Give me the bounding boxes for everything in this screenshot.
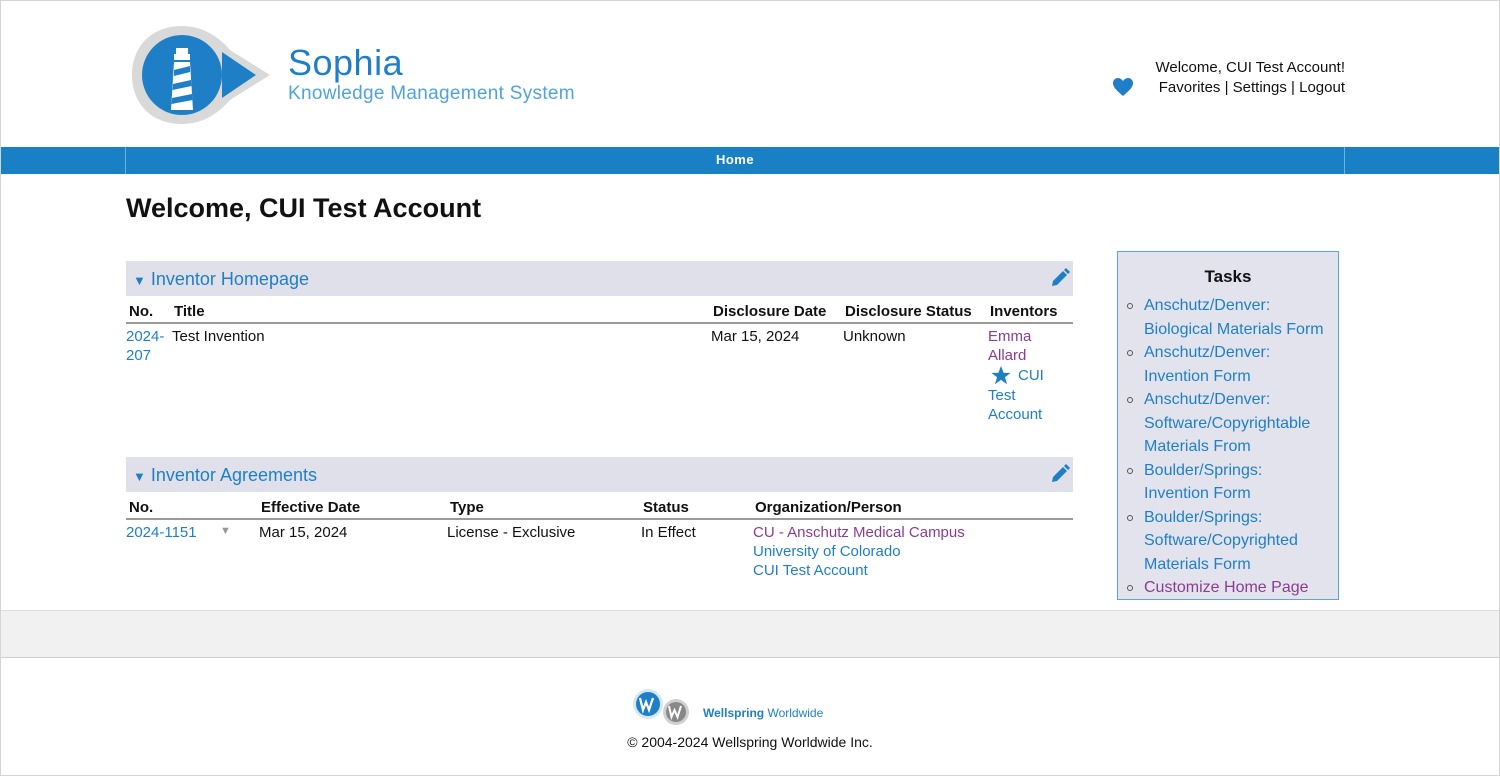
- task-text: Software/Copyrighted: [1144, 532, 1298, 549]
- task-text: Anschutz/Denver:: [1144, 297, 1271, 314]
- table-header-rule: [126, 322, 1073, 324]
- col-header-inventors: Inventors: [990, 303, 1058, 320]
- person-link[interactable]: CUI Test Account: [753, 561, 868, 580]
- task-text: Software/Copyrightable: [1144, 414, 1311, 432]
- disclosure-status: Unknown: [843, 328, 906, 345]
- number-part: 2024-: [126, 328, 165, 345]
- inventor-name-part: Allard: [988, 347, 1027, 364]
- tasks-title: Tasks: [1204, 267, 1252, 286]
- inventor-homepage-header[interactable]: ▼ Inventor Homepage: [126, 261, 1073, 296]
- task-link-anschutz-invention[interactable]: Anschutz/Denver: Invention Form: [1127, 341, 1344, 388]
- wordmark-bold: Wellspring: [703, 706, 765, 720]
- disclosure-title: Test Invention: [172, 328, 265, 345]
- col-header-organization-person: Organization/Person: [755, 499, 902, 516]
- copyright-text: © 2004-2024 Wellspring Worldwide Inc.: [627, 734, 873, 750]
- star-icon: [991, 365, 1011, 385]
- number-part: 207: [126, 347, 152, 364]
- agreement-effective-date: Mar 15, 2024: [259, 524, 348, 541]
- task-link-customize-home[interactable]: Customize Home Page: [1127, 576, 1344, 600]
- wordmark-rest: Worldwide: [764, 706, 824, 720]
- task-link-anschutz-biological[interactable]: Anschutz/Denver: Biological Materials For…: [1127, 294, 1344, 341]
- wellspring-wordmark: Wellspring Worldwide: [703, 706, 823, 720]
- task-text: Materials From: [1144, 438, 1251, 455]
- edit-pencil-icon[interactable]: [1050, 268, 1070, 288]
- link-separator: |: [1220, 79, 1233, 96]
- section-title: Inventor Agreements: [150, 465, 317, 485]
- col-header-effective-date: Effective Date: [261, 499, 361, 516]
- edit-pencil-icon[interactable]: [1050, 464, 1070, 484]
- task-text: Anschutz/Denver:: [1144, 391, 1271, 408]
- task-text: Anschutz/Denver:: [1144, 344, 1271, 361]
- favorites-heart-icon[interactable]: [1112, 77, 1134, 97]
- agreement-number-link[interactable]: 2024-1151: [126, 523, 197, 542]
- table-header-rule: [126, 518, 1073, 520]
- col-header-status: Status: [643, 499, 689, 516]
- task-text: Invention Form: [1144, 367, 1251, 385]
- settings-link[interactable]: Settings: [1233, 79, 1287, 96]
- logout-link[interactable]: Logout: [1299, 79, 1345, 96]
- col-header-title: Title: [174, 303, 205, 320]
- organization-link[interactable]: University of Colorado: [753, 542, 901, 561]
- inventor-link[interactable]: CUI: [1018, 366, 1044, 385]
- footer-band: [1, 610, 1499, 658]
- page-title: Welcome, CUI Test Account: [126, 193, 482, 223]
- collapse-triangle-icon: ▼: [133, 469, 146, 484]
- agreement-type: License - Exclusive: [447, 524, 576, 541]
- user-links: Favorites | Settings | Logout: [1155, 78, 1345, 98]
- col-header-no: No.: [129, 499, 154, 516]
- task-link-boulder-invention[interactable]: Boulder/Springs: Invention Form: [1127, 459, 1344, 506]
- nav-home-tab[interactable]: Home: [1, 152, 1469, 167]
- inventor-agreements-header[interactable]: ▼ Inventor Agreements: [126, 457, 1073, 492]
- inventor-link[interactable]: Emma Allard: [988, 327, 1031, 365]
- task-link-anschutz-software[interactable]: Anschutz/Denver: Software/Copyrightable Ma…: [1127, 388, 1344, 459]
- collapse-triangle-icon: ▼: [133, 273, 146, 288]
- col-header-disclosure-status: Disclosure Status: [845, 303, 972, 320]
- disclosure-date: Mar 15, 2024: [711, 328, 800, 345]
- task-text: Boulder/Springs:: [1144, 461, 1263, 479]
- inventor-agreements-toggle[interactable]: ▼ Inventor Agreements: [133, 465, 317, 486]
- sophia-logo-icon[interactable]: [130, 22, 280, 128]
- tasks-list: Anschutz/Denver: Biological Materials For…: [1118, 294, 1344, 600]
- inventor-homepage-toggle[interactable]: ▼ Inventor Homepage: [133, 269, 309, 290]
- user-menu: Welcome, CUI Test Account! Favorites | S…: [1155, 58, 1345, 98]
- brand-subtitle: Knowledge Management System: [288, 83, 575, 104]
- task-text: Materials Form: [1144, 555, 1251, 573]
- dropdown-arrow-icon[interactable]: ▼: [220, 525, 231, 537]
- link-separator: |: [1286, 79, 1300, 96]
- col-header-no: No.: [129, 303, 154, 320]
- task-text: Invention Form: [1144, 485, 1251, 502]
- inventor-name-part: Emma: [988, 328, 1032, 345]
- tasks-panel: Tasks Anschutz/Denver: Biological Materia…: [1117, 251, 1339, 600]
- inventor-name-part: Account: [988, 406, 1043, 423]
- disclosure-number-link[interactable]: 2024- 207: [126, 327, 164, 365]
- col-header-type: Type: [450, 499, 484, 516]
- wellspring-logo-icon[interactable]: [630, 688, 692, 726]
- brand-name: Sophia: [288, 42, 404, 83]
- task-text: Boulder/Springs:: [1144, 508, 1263, 526]
- agreement-status: In Effect: [641, 524, 696, 541]
- task-text: Biological Materials Form: [1144, 320, 1324, 338]
- section-title: Inventor Homepage: [150, 269, 309, 289]
- favorites-link[interactable]: Favorites: [1159, 79, 1221, 96]
- task-link-boulder-software[interactable]: Boulder/Springs: Software/Copyrighted Mate…: [1127, 506, 1344, 577]
- organization-link[interactable]: CU - Anschutz Medical Campus: [753, 523, 965, 542]
- col-header-disclosure-date: Disclosure Date: [713, 303, 827, 320]
- main-nav-bar: Home: [1, 147, 1499, 174]
- welcome-text: Welcome, CUI Test Account!: [1155, 59, 1345, 76]
- inventor-name-part: Test: [988, 387, 1016, 404]
- inventor-link[interactable]: Test Account: [988, 386, 1042, 424]
